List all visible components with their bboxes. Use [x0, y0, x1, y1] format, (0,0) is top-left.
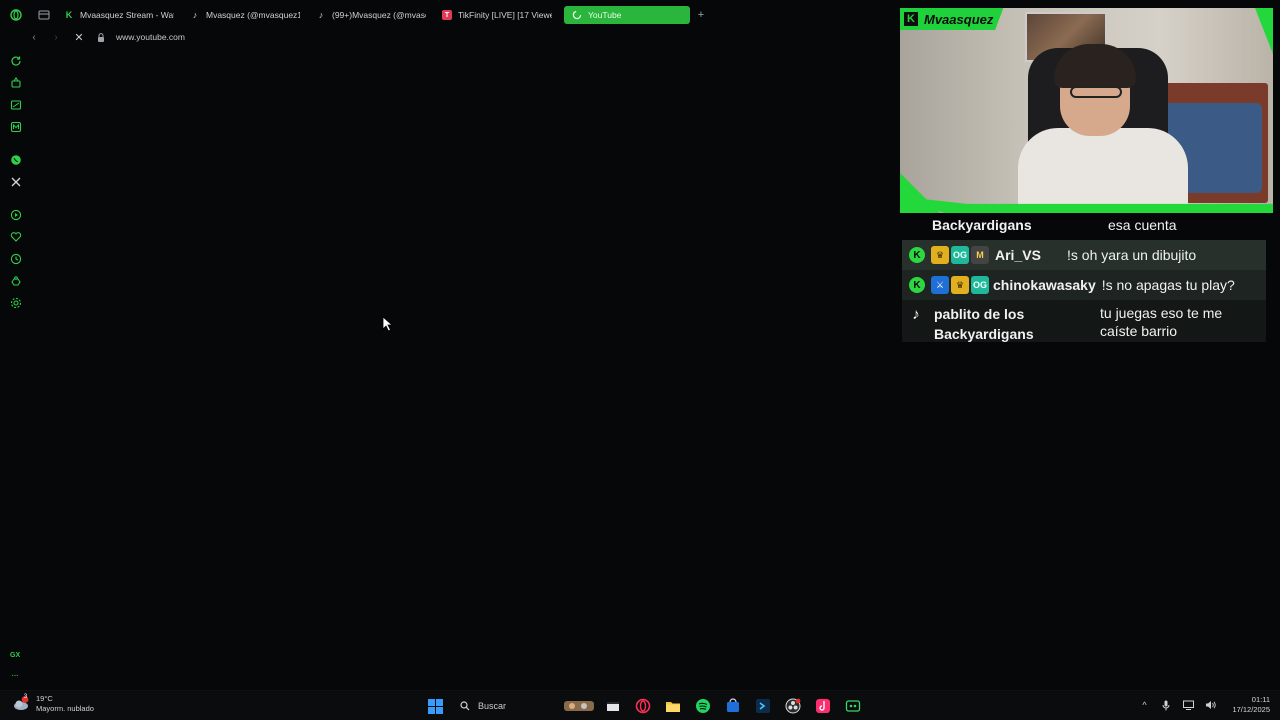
streamer-name: Mvaasquez — [924, 11, 994, 27]
crown-badge-icon: ♛ — [951, 276, 969, 294]
chat-message: ♪ pablito de los Backyardigans tu juegas… — [902, 300, 1266, 342]
chat-username: Ari_VS — [995, 247, 1041, 263]
tikfinity-icon: T — [442, 10, 452, 20]
kick-icon: K — [65, 10, 73, 20]
tab-tiktok-live[interactable]: ♪ (99+)Mvasquez (@mvaso — [308, 6, 434, 24]
volume-icon[interactable] — [1204, 699, 1216, 711]
chat-overlay: Backyardigans esa cuenta K ♛ OG M Ari_VS… — [902, 213, 1266, 342]
tab-bar: K Mvaasquez Stream - Watc ♪ Mvasquez (@m… — [0, 0, 900, 30]
chat-message: K ♛ OG M Ari_VS !s oh yara un dibujito — [902, 240, 1266, 270]
streamer-bot-icon[interactable] — [842, 695, 864, 717]
vscode-icon[interactable] — [752, 695, 774, 717]
webcam-overlay: K Mvaasquez — [900, 8, 1273, 213]
loading-icon — [572, 10, 582, 20]
weather-widget[interactable]: 3 19°C Mayorm. nublado — [12, 694, 94, 714]
history-icon[interactable] — [9, 252, 23, 266]
opera-gx-app-icon[interactable] — [632, 695, 654, 717]
kick-icon: K — [909, 277, 925, 293]
gx-control-icon[interactable] — [9, 76, 23, 90]
more-options-icon[interactable]: ··· — [11, 670, 19, 681]
streamer-name-badge: K Mvaasquez — [900, 8, 1004, 30]
taskbar-apps: Buscar — [424, 695, 864, 717]
chat-message: Backyardigans esa cuenta — [902, 213, 1266, 237]
search-highlight-icon — [564, 701, 594, 711]
chat-text: !s oh yara un dibujito — [1067, 247, 1197, 263]
whatsapp-icon[interactable] — [9, 153, 23, 167]
screen: K Mvaasquez Stream - Watc ♪ Mvasquez (@m… — [0, 0, 1280, 720]
settings-icon[interactable] — [9, 296, 23, 310]
webcam-person-glasses — [1070, 86, 1122, 98]
tab-label: Mvasquez (@mvasquez12 — [206, 10, 300, 20]
heart-icon[interactable] — [9, 230, 23, 244]
back-button[interactable]: ‹ — [28, 32, 40, 43]
sword-badge-icon: ⚔ — [931, 276, 949, 294]
obs-icon[interactable] — [782, 695, 804, 717]
chevron-up-icon[interactable]: ^ — [1138, 699, 1150, 711]
tiktok-icon: ♪ — [192, 10, 198, 20]
tab-tikfinity[interactable]: T TikFinity [LIVE] [17 Viewe — [434, 6, 560, 24]
messenger-icon[interactable] — [9, 120, 23, 134]
file-explorer-icon[interactable] — [662, 695, 684, 717]
tab-label: TikFinity [LIVE] [17 Viewe — [458, 10, 552, 20]
extensions-icon[interactable] — [9, 274, 23, 288]
cloud-icon: 3 — [12, 694, 30, 712]
og-badge-icon: OG — [971, 276, 989, 294]
tiktok-live-studio-icon[interactable] — [812, 695, 834, 717]
crown-badge-icon: ♛ — [931, 246, 949, 264]
mouse-cursor-icon — [382, 316, 394, 332]
tab-islands-icon[interactable] — [32, 3, 56, 27]
sidebar: GX ··· — [0, 50, 32, 690]
new-tab-button[interactable]: + — [692, 6, 710, 24]
refresh-icon[interactable] — [9, 54, 23, 68]
player-icon[interactable] — [9, 208, 23, 222]
clock-time: 01:11 — [1251, 695, 1270, 704]
stop-loading-button[interactable]: ✕ — [72, 31, 86, 44]
store-icon[interactable] — [722, 695, 744, 717]
address-bar: ‹ › ✕ www.youtube.com — [28, 28, 185, 46]
chat-text: esa cuenta — [1108, 217, 1177, 233]
weather-temperature: 19°C — [36, 694, 53, 703]
gx-corner-icon[interactable] — [9, 98, 23, 112]
task-view-icon[interactable] — [602, 695, 624, 717]
chat-username: chinokawasaky — [993, 277, 1096, 293]
tab-label: YouTube — [588, 10, 622, 20]
tab-kick-stream[interactable]: K Mvaasquez Stream - Watc — [56, 6, 182, 24]
tab-label: Mvaasquez Stream - Watc — [80, 10, 174, 20]
search-placeholder: Buscar — [478, 701, 507, 711]
tab-label: (99+)Mvasquez (@mvaso — [332, 10, 426, 20]
weather-alert-badge: 3 — [23, 694, 28, 700]
start-button[interactable] — [424, 695, 446, 717]
opera-gx-menu-icon[interactable] — [4, 3, 28, 27]
weather-description: Mayorm. nublado — [36, 704, 94, 713]
tiktok-icon: ♪ — [318, 10, 324, 20]
chat-message: K ⚔ ♛ OG chinokawasaky !s no apagas tu p… — [902, 270, 1266, 300]
lock-icon[interactable] — [96, 32, 106, 42]
search-icon — [460, 701, 470, 711]
microphone-icon[interactable] — [1160, 699, 1172, 711]
taskbar: 3 19°C Mayorm. nublado Buscar ^ 01:11 17… — [0, 690, 1280, 720]
webcam-person-body — [1018, 128, 1188, 213]
clock-date: 17/12/2025 — [1232, 705, 1270, 714]
network-icon[interactable] — [1182, 699, 1194, 711]
tiktok-icon: ♪ — [912, 305, 920, 323]
tab-tiktok-profile[interactable]: ♪ Mvasquez (@mvasquez12 — [182, 6, 308, 24]
clock[interactable]: 01:11 17/12/2025 — [1232, 695, 1270, 715]
spotify-icon[interactable] — [692, 695, 714, 717]
system-tray: ^ 01:11 17/12/2025 — [1138, 695, 1270, 715]
url-field[interactable]: www.youtube.com — [116, 32, 185, 42]
og-badge-icon: OG — [951, 246, 969, 264]
tab-youtube[interactable]: YouTube — [564, 6, 690, 24]
forward-button[interactable]: › — [50, 32, 62, 43]
kick-icon: K — [904, 12, 918, 26]
kick-icon: K — [909, 247, 925, 263]
x-twitter-icon[interactable] — [9, 175, 23, 189]
gx-logo-icon[interactable]: GX — [10, 652, 20, 659]
chat-text: !s no apagas tu play? — [1101, 277, 1235, 293]
chat-username: Backyardigans — [932, 217, 1032, 233]
chat-text: tu juegas eso te me caíste barrio — [1100, 305, 1223, 339]
chat-username: pablito de los Backyardigans — [934, 306, 1034, 342]
taskbar-search[interactable]: Buscar — [454, 695, 594, 717]
moderator-badge-icon: M — [971, 246, 989, 264]
